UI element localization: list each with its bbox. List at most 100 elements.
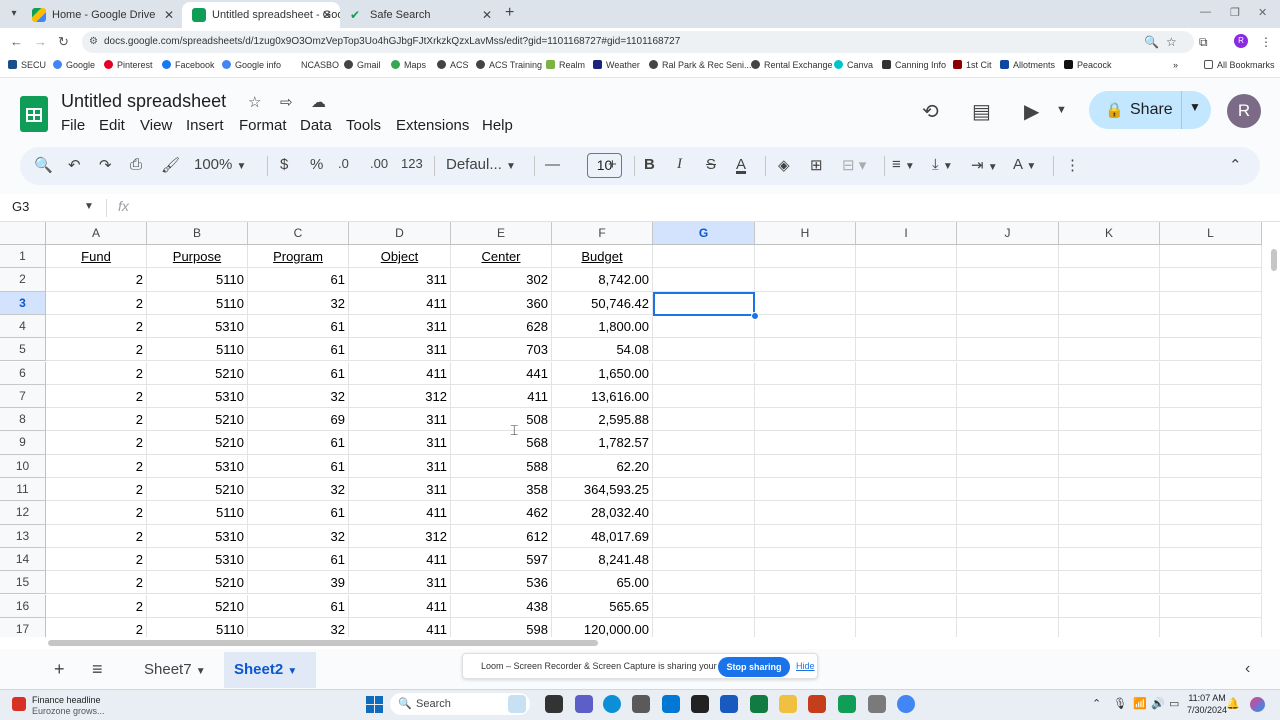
data-cell[interactable]: 411 xyxy=(349,547,451,572)
empty-cell[interactable] xyxy=(856,571,957,595)
empty-cell[interactable] xyxy=(1059,361,1160,385)
zoom-icon[interactable]: 🔍 xyxy=(1144,35,1159,49)
empty-cell[interactable] xyxy=(755,524,856,548)
empty-cell[interactable] xyxy=(1059,268,1160,292)
empty-cell[interactable] xyxy=(856,478,957,502)
row-header-17[interactable]: 17 xyxy=(0,617,46,637)
wifi-icon[interactable]: 📶 xyxy=(1133,697,1147,710)
column-header-f[interactable]: F xyxy=(552,222,653,245)
task-view-icon[interactable] xyxy=(545,695,563,713)
column-header-k[interactable]: K xyxy=(1059,222,1160,245)
empty-cell[interactable] xyxy=(1059,617,1160,637)
bookmark-item[interactable]: Canva xyxy=(834,60,873,70)
empty-cell[interactable] xyxy=(957,314,1059,339)
data-cell[interactable]: 358 xyxy=(451,478,552,502)
data-cell[interactable]: 5110 xyxy=(147,268,248,292)
bookmark-item[interactable]: ACS Training xyxy=(476,60,542,70)
scroll-thumb[interactable] xyxy=(48,640,598,646)
column-header-e[interactable]: E xyxy=(451,222,552,245)
bold-icon[interactable]: B xyxy=(644,156,655,173)
empty-cell[interactable] xyxy=(1160,314,1262,339)
data-cell[interactable]: 5110 xyxy=(147,617,248,637)
data-cell[interactable]: 1,800.00 xyxy=(552,314,653,339)
empty-cell[interactable] xyxy=(1059,245,1160,269)
row-header-1[interactable]: 1 xyxy=(0,245,46,269)
empty-cell[interactable] xyxy=(1059,547,1160,572)
menu-format[interactable]: Format xyxy=(239,117,287,134)
redo-icon[interactable]: ↷ xyxy=(99,156,112,174)
more-bookmarks-icon[interactable]: » xyxy=(1173,60,1178,70)
data-cell[interactable]: 597 xyxy=(451,547,552,572)
empty-cell[interactable] xyxy=(957,361,1059,385)
data-cell[interactable]: 32 xyxy=(248,478,349,502)
teams-icon[interactable] xyxy=(575,695,593,713)
text-color-icon[interactable]: A xyxy=(736,156,746,173)
column-header-a[interactable]: A xyxy=(46,222,147,245)
menu-view[interactable]: View xyxy=(140,117,172,134)
scroll-thumb[interactable] xyxy=(1271,249,1277,271)
empty-cell[interactable] xyxy=(653,361,755,385)
data-cell[interactable]: 61 xyxy=(248,547,349,572)
data-cell[interactable]: 312 xyxy=(349,524,451,548)
row-header-4[interactable]: 4 xyxy=(0,314,46,339)
bookmark-item[interactable]: Realm xyxy=(546,60,585,70)
undo-icon[interactable]: ↶ xyxy=(68,156,81,174)
increase-font-size-icon[interactable]: + xyxy=(608,156,617,173)
collapse-menu-icon[interactable]: ⌃ xyxy=(1229,156,1242,174)
chevron-down-icon[interactable]: ▼ xyxy=(1189,100,1201,114)
empty-cell[interactable] xyxy=(653,408,755,432)
text-wrapping-icon[interactable]: ⇥ ▼ xyxy=(971,156,998,174)
windows-start-icon[interactable] xyxy=(366,696,383,713)
empty-cell[interactable] xyxy=(1059,501,1160,525)
column-header-h[interactable]: H xyxy=(755,222,856,245)
empty-cell[interactable] xyxy=(1059,338,1160,362)
restore-icon[interactable]: ❐ xyxy=(1230,6,1240,19)
data-cell[interactable]: 5210 xyxy=(147,571,248,595)
row-header-13[interactable]: 13 xyxy=(0,524,46,548)
data-cell[interactable]: 536 xyxy=(451,571,552,595)
sheet-tab-sheet7[interactable]: Sheet7 ▼ xyxy=(134,652,216,688)
more-formats-button[interactable]: 123 xyxy=(401,156,423,171)
data-cell[interactable]: 462 xyxy=(451,501,552,525)
header-cell[interactable]: Object xyxy=(349,245,451,269)
new-tab-button[interactable]: + xyxy=(505,4,514,22)
window-close-icon[interactable]: ✕ xyxy=(1258,6,1267,19)
data-cell[interactable]: 2 xyxy=(46,594,147,618)
data-cell[interactable]: 5310 xyxy=(147,524,248,548)
data-cell[interactable]: 312 xyxy=(349,384,451,409)
data-cell[interactable]: 311 xyxy=(349,268,451,292)
microphone-icon[interactable]: 🎙 xyxy=(1113,697,1127,710)
italic-icon[interactable]: I xyxy=(677,156,682,173)
empty-cell[interactable] xyxy=(856,431,957,455)
powerpoint-icon[interactable] xyxy=(808,695,826,713)
row-header-12[interactable]: 12 xyxy=(0,501,46,525)
empty-cell[interactable] xyxy=(1059,408,1160,432)
data-cell[interactable]: 438 xyxy=(451,594,552,618)
account-avatar[interactable]: R xyxy=(1227,94,1261,128)
search-menus-icon[interactable]: 🔍 xyxy=(34,156,53,174)
menu-data[interactable]: Data xyxy=(300,117,332,134)
column-header-j[interactable]: J xyxy=(957,222,1059,245)
empty-cell[interactable] xyxy=(856,501,957,525)
empty-cell[interactable] xyxy=(653,314,755,339)
empty-cell[interactable] xyxy=(957,245,1059,269)
data-cell[interactable]: 1,782.57 xyxy=(552,431,653,455)
spreadsheet-grid[interactable]: A B C D E F G H I J K L 1 Fund Purpose Program Object Cen… xyxy=(0,222,1280,637)
cloud-status-icon[interactable]: ☁ xyxy=(311,93,326,111)
bookmark-item[interactable]: Weather xyxy=(593,60,640,70)
row-header-5[interactable]: 5 xyxy=(0,338,46,362)
data-cell[interactable]: 5310 xyxy=(147,314,248,339)
menu-file[interactable]: File xyxy=(61,117,85,134)
data-cell[interactable]: 411 xyxy=(349,291,451,315)
print-icon[interactable]: ⎙ xyxy=(130,156,142,173)
empty-cell[interactable] xyxy=(1160,524,1262,548)
empty-cell[interactable] xyxy=(1059,454,1160,478)
data-cell[interactable]: 2 xyxy=(46,408,147,432)
data-cell[interactable]: 2 xyxy=(46,384,147,409)
empty-cell[interactable] xyxy=(1160,547,1262,572)
empty-cell[interactable] xyxy=(755,268,856,292)
empty-cell[interactable] xyxy=(957,431,1059,455)
data-cell[interactable]: 2,595.88 xyxy=(552,408,653,432)
menu-help[interactable]: Help xyxy=(482,117,513,134)
bookmark-item[interactable]: Ral Park & Rec Seni... xyxy=(649,60,752,70)
